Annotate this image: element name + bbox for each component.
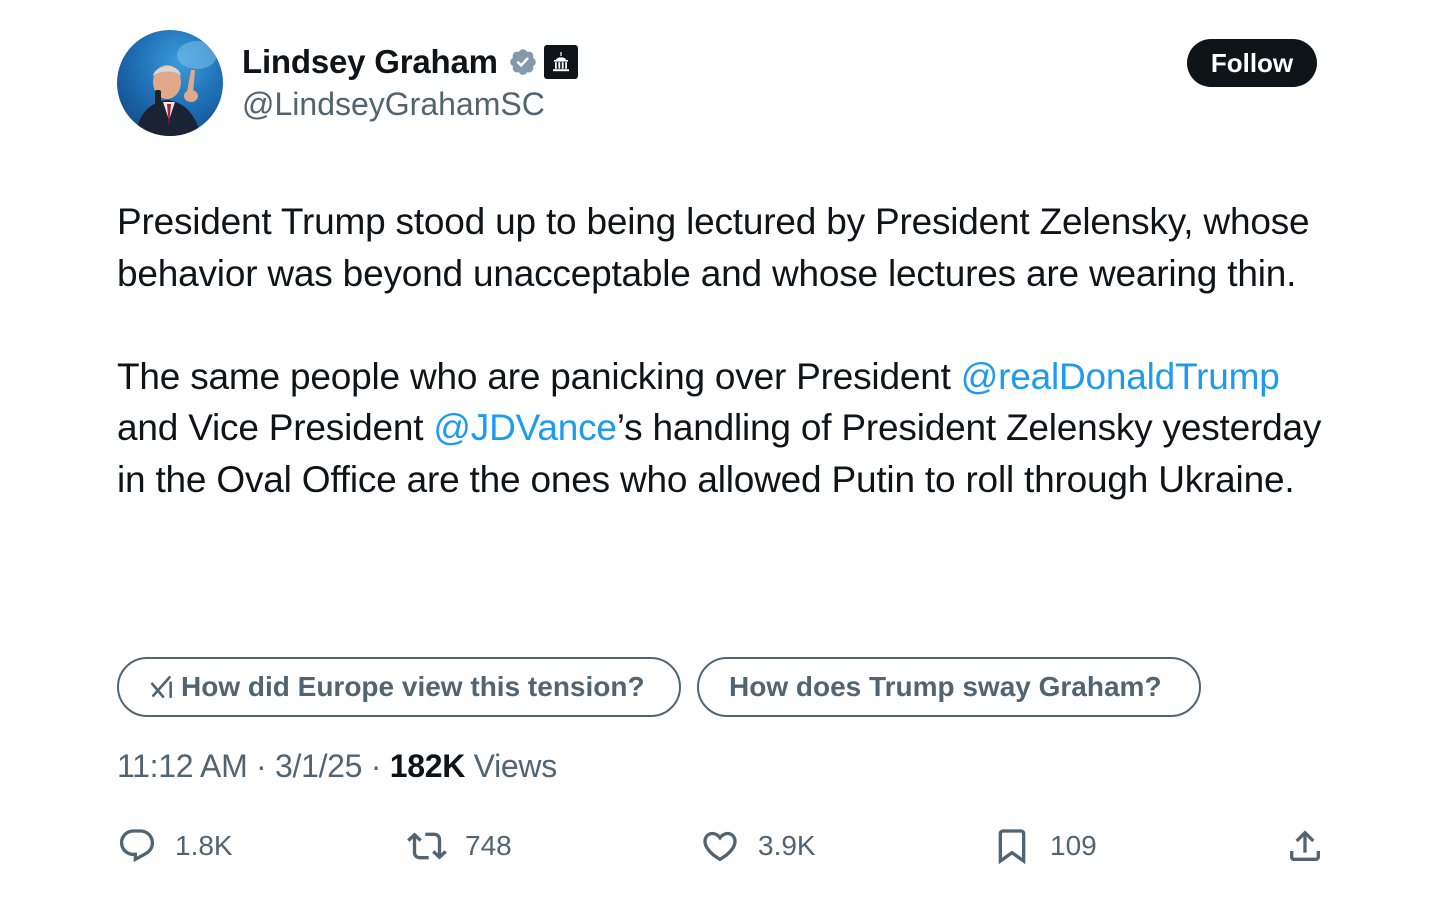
- separator-dot: ·: [362, 748, 390, 784]
- tweet-date[interactable]: 3/1/25: [275, 748, 362, 784]
- bookmark-count: 109: [1050, 830, 1097, 861]
- grok-suggestions: How did Europe view this tension? How do…: [117, 657, 1201, 717]
- follow-button[interactable]: Follow: [1187, 39, 1317, 87]
- suggestion-label: How did Europe view this tension?: [181, 671, 645, 702]
- bookmark-button[interactable]: 109: [992, 822, 1097, 870]
- repost-button[interactable]: 748: [407, 822, 512, 870]
- like-button[interactable]: 3.9K: [700, 822, 816, 870]
- reply-button[interactable]: 1.8K: [117, 822, 233, 870]
- repost-count: 748: [465, 830, 512, 861]
- tweet-time[interactable]: 11:12 AM: [117, 748, 248, 784]
- separator-dot: ·: [247, 748, 275, 784]
- share-icon: [1290, 830, 1320, 861]
- reply-count: 1.8K: [175, 830, 233, 861]
- tweet-text-segment: and Vice President: [117, 407, 434, 448]
- reply-icon: [119, 829, 155, 863]
- avatar[interactable]: [117, 30, 223, 136]
- suggestion-chip-trump-sway[interactable]: How does Trump sway Graham?: [697, 657, 1201, 717]
- share-button[interactable]: [1285, 822, 1325, 870]
- bookmark-icon: [998, 829, 1026, 865]
- tweet-text: President Trump stood up to being lectur…: [117, 196, 1347, 505]
- tweet-metadata: 11:12 AM · 3/1/25 · 182K Views: [117, 748, 557, 785]
- like-count: 3.9K: [758, 830, 816, 861]
- tweet-text-segment: The same people who are panicking over P…: [117, 355, 961, 397]
- verified-badge-icon: [509, 49, 536, 75]
- mention-link-realdonaldtrump[interactable]: @realDonaldTrump: [961, 356, 1280, 397]
- grok-icon: [150, 675, 172, 699]
- author-name[interactable]: Lindsey Graham: [242, 43, 498, 81]
- author-handle[interactable]: @LindseyGrahamSC: [242, 86, 578, 123]
- suggestion-chip-europe[interactable]: How did Europe view this tension?: [117, 657, 681, 717]
- tweet-header: Lindsey Graham @LindseyGrahamSC Follow: [117, 30, 1317, 140]
- repost-icon: [407, 832, 447, 860]
- suggestion-label: How does Trump sway Graham?: [729, 671, 1162, 702]
- heart-icon: [703, 831, 737, 862]
- tweet-paragraph-1: President Trump stood up to being lectur…: [117, 201, 1310, 294]
- views-label: Views: [465, 748, 558, 784]
- mention-link-jdvance[interactable]: @JDVance: [433, 407, 617, 448]
- tweet-paragraph-2: The same people who are panicking over P…: [117, 351, 1347, 506]
- action-bar: 1.8K 748 3.9K 109: [117, 822, 1327, 870]
- government-building-badge-icon: [543, 45, 578, 79]
- views-count: 182K: [389, 748, 466, 784]
